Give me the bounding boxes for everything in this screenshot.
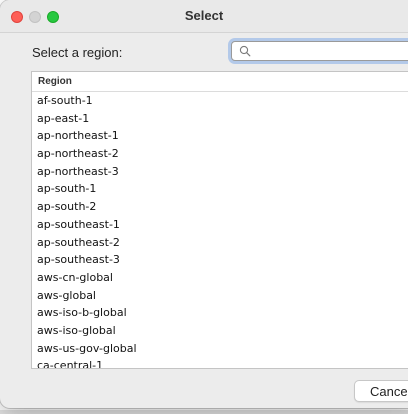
window-title: Select [184, 8, 224, 23]
search-icon [239, 45, 251, 57]
list-item[interactable]: ca-central-1 [32, 357, 408, 368]
list-item[interactable]: aws-global [32, 287, 408, 305]
list-item[interactable]: af-south-1 [32, 92, 408, 110]
search-input[interactable] [254, 43, 408, 61]
list-item[interactable]: ap-south-2 [32, 198, 408, 216]
cancel-button[interactable]: Cancel [354, 380, 408, 402]
list-item[interactable]: aws-cn-global [32, 269, 408, 287]
list-item[interactable]: aws-iso-b-global [32, 304, 408, 322]
list-item[interactable]: ap-southeast-3 [32, 251, 408, 269]
list-item[interactable]: ap-northeast-3 [32, 163, 408, 181]
list-item[interactable]: ap-southeast-2 [32, 234, 408, 252]
column-header-region[interactable]: Region [32, 72, 408, 92]
list-item[interactable]: aws-us-gov-global [32, 340, 408, 358]
list-item[interactable]: ap-southeast-1 [32, 216, 408, 234]
select-dialog: Select Select a region: Region af-south-… [0, 0, 408, 408]
list-item[interactable]: ap-south-1 [32, 180, 408, 198]
list-item[interactable]: ap-east-1 [32, 110, 408, 128]
region-prompt-label: Select a region: [32, 45, 123, 60]
search-field[interactable] [231, 41, 408, 61]
list-item[interactable]: aws-iso-global [32, 322, 408, 340]
title-bar[interactable]: Select [0, 0, 408, 33]
list-item[interactable]: ap-northeast-2 [32, 145, 408, 163]
background-footer [0, 410, 408, 414]
region-list[interactable]: Region af-south-1 ap-east-1 ap-northeast-1… [31, 71, 408, 369]
region-list-rows: af-south-1 ap-east-1 ap-northeast-1 ap-nort… [32, 92, 408, 368]
list-item[interactable]: ap-northeast-1 [32, 127, 408, 145]
